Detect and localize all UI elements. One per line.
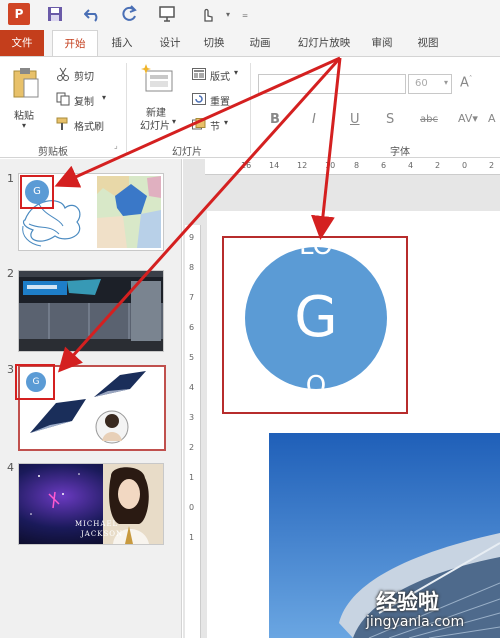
vertical-ruler: 9 8 7 6 5 4 3 2 1 0 1 bbox=[185, 225, 201, 638]
shadow-button[interactable]: S bbox=[386, 112, 394, 127]
italic-button[interactable]: I bbox=[312, 112, 316, 127]
slide-number: 1 bbox=[7, 172, 14, 185]
tab-slideshow[interactable]: 幻灯片放映 bbox=[292, 30, 356, 56]
section-chevron-icon[interactable]: ▾ bbox=[224, 118, 228, 127]
slide-number: 2 bbox=[7, 267, 14, 280]
ruler-tick: 5 bbox=[189, 353, 195, 362]
highlight-box-slide-1 bbox=[20, 175, 54, 209]
layout-icon bbox=[192, 68, 206, 83]
ruler-tick: 12 bbox=[297, 161, 308, 170]
change-case-icon[interactable]: A bbox=[488, 112, 496, 125]
paste-label[interactable]: 粘贴 bbox=[14, 107, 34, 122]
tab-design[interactable]: 设计 bbox=[152, 30, 188, 56]
chevron-down-icon[interactable]: ▾ bbox=[222, 3, 234, 25]
highlight-box-slide-3 bbox=[15, 364, 55, 400]
tab-view[interactable]: 视图 bbox=[410, 30, 446, 56]
ribbon-separator bbox=[250, 63, 251, 153]
bold-button[interactable]: B bbox=[270, 112, 280, 127]
clipboard-launcher-icon[interactable]: ⌟ bbox=[114, 141, 118, 150]
tab-transitions[interactable]: 切换 bbox=[196, 30, 232, 56]
increase-font-size-icon[interactable]: Aˆ bbox=[460, 75, 472, 90]
slide-2-artwork bbox=[19, 271, 163, 351]
copy-icon bbox=[56, 92, 70, 109]
ruler-tick: 6 bbox=[189, 323, 195, 332]
slide-thumbnail-4[interactable]: MICHAEL JACKSON bbox=[18, 463, 164, 545]
ruler-tick: 16 bbox=[241, 161, 252, 170]
ruler-tick: 4 bbox=[189, 383, 195, 392]
slide-number: 4 bbox=[7, 461, 14, 474]
layout-chevron-icon[interactable]: ▾ bbox=[234, 68, 238, 77]
layout-button[interactable]: 版式 bbox=[210, 68, 230, 83]
ruler-tick: 9 bbox=[189, 233, 195, 242]
undo-icon[interactable] bbox=[82, 3, 104, 25]
ribbon-tabs: 文件 开始 插入 设计 切换 动画 幻灯片放映 审阅 视图 bbox=[0, 30, 500, 57]
copy-button[interactable]: 复制 bbox=[74, 93, 94, 108]
font-name-input[interactable] bbox=[258, 74, 406, 94]
ruler-tick: 2 bbox=[489, 161, 495, 170]
horizontal-ruler: 16 14 12 10 8 6 4 2 0 2 bbox=[205, 159, 500, 175]
touch-mode-icon[interactable] bbox=[196, 3, 218, 25]
font-group-label: 字体 bbox=[390, 147, 410, 158]
ruler-tick: 2 bbox=[189, 443, 195, 452]
slides-group-label: 幻灯片 bbox=[172, 147, 202, 158]
strikethrough-button[interactable]: abc bbox=[420, 114, 438, 125]
ruler-tick: 7 bbox=[189, 293, 195, 302]
watermark-text: 经验啦 bbox=[376, 590, 439, 614]
cut-icon bbox=[56, 67, 70, 84]
quick-access-toolbar: P ▾ ₌ bbox=[0, 0, 500, 30]
copy-chevron-icon[interactable]: ▾ bbox=[102, 93, 106, 102]
tab-insert[interactable]: 插入 bbox=[104, 30, 140, 56]
presentation-icon[interactable] bbox=[156, 3, 178, 25]
underline-button[interactable]: U bbox=[350, 112, 360, 127]
format-painter-icon bbox=[56, 117, 70, 134]
thumb-caption: MICHAEL bbox=[75, 520, 119, 528]
reset-button[interactable]: 重置 bbox=[210, 93, 230, 108]
tab-file[interactable]: 文件 bbox=[0, 30, 44, 56]
ruler-tick: 14 bbox=[269, 161, 280, 170]
section-icon bbox=[192, 118, 206, 133]
cut-button[interactable]: 剪切 bbox=[74, 68, 94, 83]
ruler-tick: 6 bbox=[381, 161, 387, 170]
highlight-box-main bbox=[222, 236, 408, 414]
redo-icon[interactable] bbox=[118, 3, 140, 25]
paste-icon[interactable] bbox=[12, 67, 40, 102]
watermark-url: jingyanla.com bbox=[366, 614, 465, 630]
tab-home[interactable]: 开始 bbox=[52, 30, 98, 57]
ruler-tick: 1 bbox=[189, 473, 195, 482]
new-slide-chevron-icon[interactable]: ▾ bbox=[172, 117, 176, 126]
ribbon-separator bbox=[126, 63, 127, 153]
ruler-tick: 2 bbox=[435, 161, 441, 170]
slide-number: 3 bbox=[7, 363, 14, 376]
powerpoint-logo-icon: P bbox=[8, 3, 30, 25]
ruler-tick: 0 bbox=[462, 161, 468, 170]
tab-animations[interactable]: 动画 bbox=[242, 30, 278, 56]
clipboard-group-label: 剪贴板 bbox=[38, 147, 68, 158]
ruler-tick: 3 bbox=[189, 413, 195, 422]
ruler-tick: 4 bbox=[408, 161, 414, 170]
ruler-tick: 8 bbox=[354, 161, 360, 170]
character-spacing-icon[interactable]: AV▾ bbox=[458, 112, 478, 125]
tab-review[interactable]: 审阅 bbox=[364, 30, 400, 56]
ribbon: 粘贴 ▾ 剪切 复制 ▾ 格式刷 剪贴板 ⌟ 新建 幻灯片 ▾ 版式 ▾ 重置 … bbox=[0, 56, 500, 158]
section-button[interactable]: 节 bbox=[210, 118, 220, 133]
reset-icon bbox=[192, 93, 206, 108]
font-size-chevron-icon[interactable]: ▾ bbox=[444, 78, 448, 87]
slide-thumbnail-2[interactable] bbox=[18, 270, 164, 352]
paste-chevron-icon[interactable]: ▾ bbox=[22, 121, 26, 130]
new-slide-icon[interactable] bbox=[140, 63, 174, 98]
thumb-caption: JACKSON bbox=[81, 530, 124, 538]
save-icon[interactable] bbox=[44, 3, 66, 25]
format-painter-button[interactable]: 格式刷 bbox=[74, 118, 104, 133]
ruler-tick: 1 bbox=[189, 533, 195, 542]
customize-toolbar-icon[interactable]: ₌ bbox=[238, 3, 252, 25]
ruler-tick: 0 bbox=[189, 503, 195, 512]
new-slide-label-2[interactable]: 幻灯片 bbox=[140, 117, 170, 132]
ruler-tick: 10 bbox=[325, 161, 336, 170]
ruler-tick: 8 bbox=[189, 263, 195, 272]
